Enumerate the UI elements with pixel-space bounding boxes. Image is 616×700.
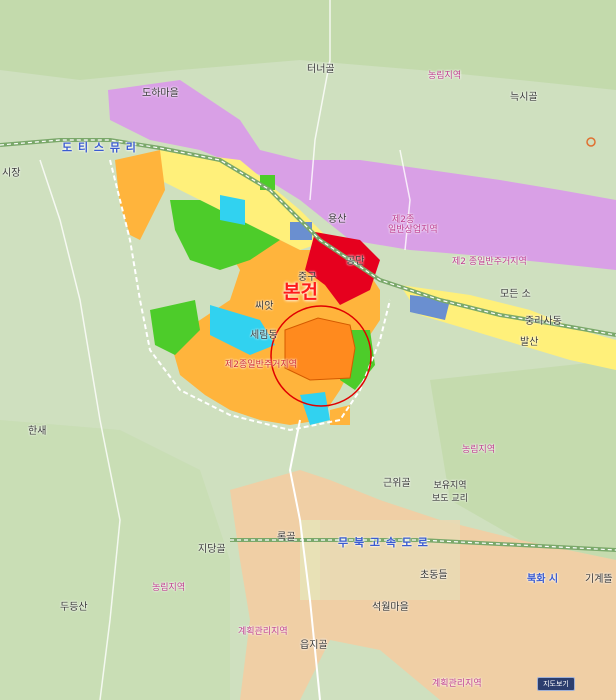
place-label-hansae: 한새: [28, 426, 47, 437]
place-label-eopjigol: 읍지골: [300, 640, 328, 651]
place-label-dudeungsan: 두등산: [60, 602, 88, 613]
place-label-gigaetteul: 기계뜰: [585, 574, 613, 585]
zone-label-forest-s: 계획관리지역: [432, 679, 482, 689]
place-label-teoneol: 터너골: [307, 64, 335, 75]
place-label-seorimdong: 세림동: [250, 330, 278, 341]
place-label-dohamaeul: 도하마을: [142, 88, 179, 99]
place-label-ssiat: 씨앗: [255, 301, 274, 312]
place-label-balsan: 발산: [520, 337, 539, 348]
place-label-chondongdeul: 초동들: [420, 570, 448, 581]
expressway-label-west: 도 티 스 뮤 리: [62, 141, 137, 154]
zone-label-forest-ne: 농림지역: [428, 71, 462, 81]
place-label-neuksaeol: 늑시골: [510, 92, 538, 103]
project-site-label: 본건: [283, 281, 318, 303]
zone-label-commercial-bottom: 일반상업지역: [388, 225, 438, 235]
zone-label-plan: 제2 종일반주거지역: [452, 257, 527, 267]
place-label-rotgol: 록골: [277, 532, 296, 543]
map-canvas: [0, 0, 616, 700]
place-label-jidangol: 지당골: [198, 544, 226, 555]
map-view-button[interactable]: 지도보기: [537, 677, 575, 691]
zone-label-forest-center: 농림지역: [462, 445, 496, 455]
expressway-label-south: 무 북 고 속 도 로: [338, 536, 429, 549]
place-label-road-e1: 모든 소: [500, 289, 531, 300]
zone-label-planned: 계획관리지역: [238, 627, 288, 637]
place-label-geunwigol: 근위골: [383, 478, 411, 489]
place-label-center-block: 보유지역 보도 교리: [432, 481, 468, 504]
place-label-sijang: 시장: [2, 168, 21, 179]
city-label-bukhwa: 북화 시: [527, 574, 559, 585]
zone-label-forest-sw: 농림지역: [152, 583, 186, 593]
place-label-yongsan: 용산: [328, 214, 347, 225]
zoning-map[interactable]: 터너골 농림지역 도하마을 늑시골 도 티 스 뮤 리 시장 용산 제2종 일반…: [0, 0, 616, 700]
place-label-seokwolmaeul: 석월마을: [372, 602, 409, 613]
place-label-road-e2: 중리사동: [525, 316, 562, 327]
place-label-gongdan: 공단: [346, 256, 365, 267]
zone-label-residential: 제2종일반주거지역: [225, 360, 297, 370]
